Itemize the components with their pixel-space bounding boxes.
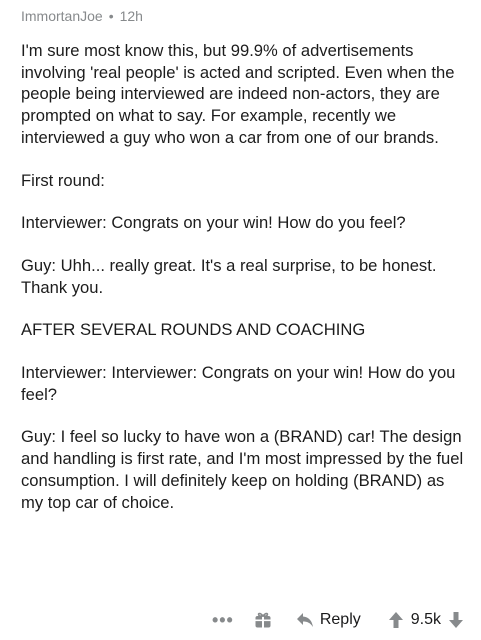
reply-label: Reply (319, 611, 361, 628)
reply-arrow-icon (296, 613, 313, 627)
comment-actions: ••• Reply 9.5k (0, 603, 481, 637)
ellipsis-icon: ••• (211, 609, 234, 630)
comment-age: 12h (119, 8, 143, 24)
comment-paragraph: Guy: Uhh... really great. It's a real su… (21, 255, 437, 297)
comment-body: I'm sure most know this, but 99.9% of ad… (21, 40, 471, 513)
comment-meta: ImmortanJoe • 12h (21, 6, 471, 26)
comment-paragraph: Guy: I feel so lucky to have won a (BRAN… (21, 427, 464, 512)
more-options-button[interactable]: ••• (212, 610, 234, 631)
comment-paragraph: I'm sure most know this, but 99.9% of ad… (21, 41, 455, 147)
gift-icon (255, 612, 271, 628)
comment-author[interactable]: ImmortanJoe (21, 6, 103, 26)
comment-paragraph: Interviewer: Interviewer: Congrats on yo… (21, 363, 456, 404)
downvote-arrow-icon[interactable] (449, 612, 463, 628)
comment: ImmortanJoe • 12h I'm sure most know thi… (21, 6, 471, 534)
upvote-arrow-icon[interactable] (388, 612, 403, 628)
vote-controls: 9.5k (388, 611, 463, 629)
award-button[interactable] (254, 611, 272, 629)
comment-paragraph: Interviewer: Congrats on your win! How d… (21, 213, 406, 233)
meta-separator: • (108, 8, 114, 24)
comment-paragraph: First round: (21, 170, 105, 190)
vote-score: 9.5k (410, 611, 441, 628)
comment-paragraph: AFTER SEVERAL ROUNDS AND COACHING (21, 320, 366, 340)
reply-button[interactable]: Reply (296, 611, 361, 629)
